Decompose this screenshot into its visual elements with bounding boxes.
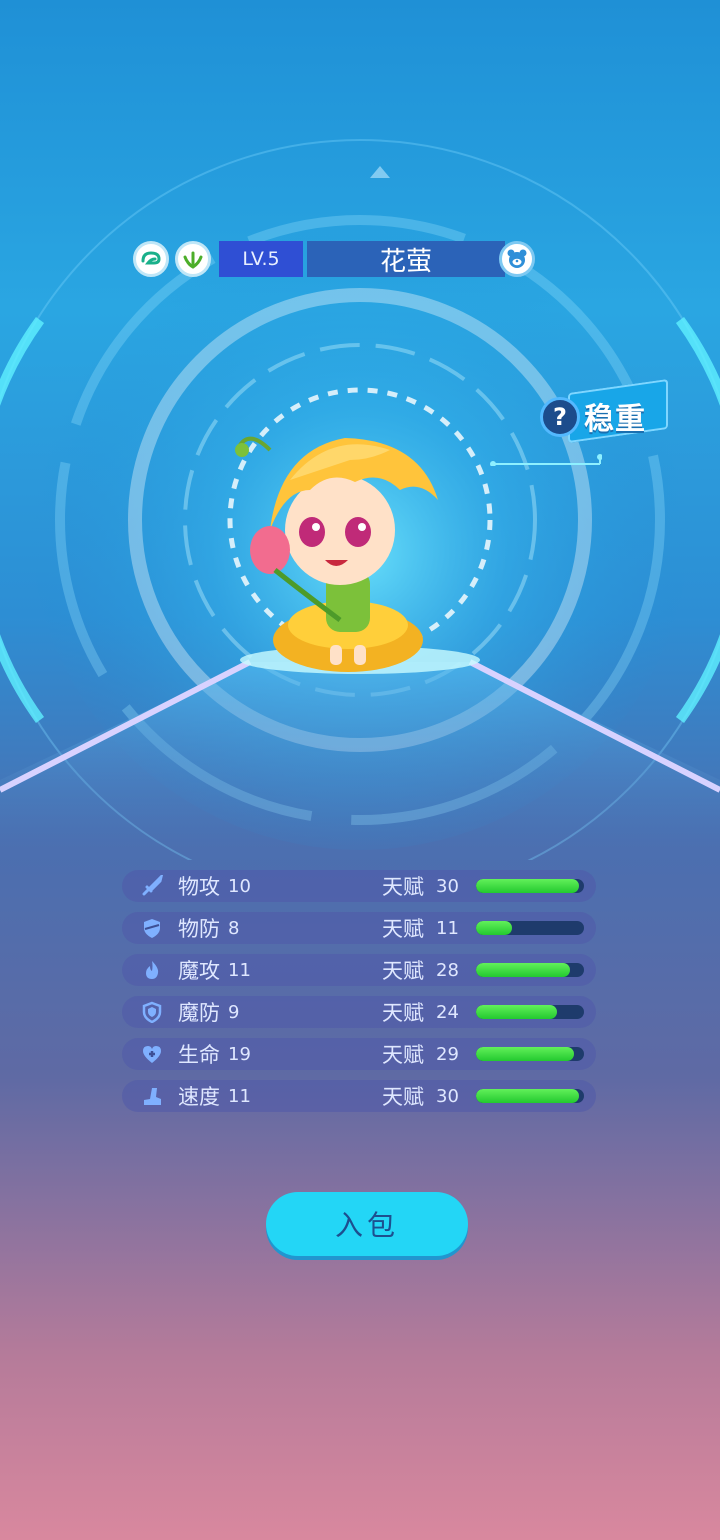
talent-value: 28 [436, 959, 459, 981]
stat-row-physical-attack: 物攻 10 天赋 30 [122, 870, 596, 902]
talent-value: 30 [436, 1085, 459, 1107]
stat-row-magic-defense: 魔防 9 天赋 24 [122, 996, 596, 1028]
talent-bar [476, 963, 584, 977]
add-to-bag-button[interactable]: 入包 [266, 1192, 468, 1256]
talent-value: 24 [436, 1001, 459, 1023]
talent-value: 30 [436, 875, 459, 897]
talent-bar [476, 1005, 584, 1019]
stat-label: 物攻 [178, 875, 220, 899]
grass-element-badge[interactable] [175, 241, 211, 277]
gender-badge[interactable] [499, 241, 535, 277]
trait-label: 稳重 [584, 402, 646, 437]
stat-value: 19 [228, 1043, 251, 1065]
talent-bar-fill [476, 879, 579, 893]
level-display: LV.5 [219, 241, 303, 277]
talent-bar-fill [476, 1005, 557, 1019]
heart-plus-icon [140, 1042, 164, 1066]
stat-value: 9 [228, 1001, 240, 1023]
talent-bar [476, 1047, 584, 1061]
stat-value: 11 [228, 1085, 251, 1107]
stats-panel: 物攻 10 天赋 30 物防 8 天赋 11 魔攻 11 天赋 28 魔防 9 … [122, 870, 596, 1122]
talent-bar-fill [476, 1047, 575, 1061]
talent-bar-fill [476, 921, 512, 935]
trait-connector-line [490, 454, 602, 466]
pet-character-illustration [235, 436, 438, 672]
shield-slash-icon [140, 916, 164, 940]
stat-value: 11 [228, 959, 251, 981]
bear-face-icon [507, 249, 527, 268]
trait-tag[interactable]: 稳重 ? [540, 378, 670, 444]
stat-row-magic-attack: 魔攻 11 天赋 28 [122, 954, 596, 986]
talent-bar-fill [476, 1089, 579, 1103]
talent-bar [476, 1089, 584, 1103]
talent-value: 29 [436, 1043, 459, 1065]
flame-icon [140, 958, 164, 982]
stat-row-physical-defense: 物防 8 天赋 11 [122, 912, 596, 944]
talent-bar-fill [476, 963, 570, 977]
talent-label: 天赋 [382, 1001, 424, 1025]
stat-row-health: 生命 19 天赋 29 [122, 1038, 596, 1070]
talent-value: 11 [436, 917, 459, 939]
stat-value: 10 [228, 875, 251, 897]
boot-icon [140, 1084, 164, 1108]
stat-row-speed: 速度 11 天赋 30 [122, 1080, 596, 1112]
talent-bar [476, 921, 584, 935]
stat-label: 魔防 [178, 1001, 220, 1025]
stat-label: 生命 [178, 1043, 220, 1067]
wind-icon [141, 251, 161, 265]
talent-label: 天赋 [382, 917, 424, 941]
stat-label: 速度 [178, 1085, 220, 1109]
talent-label: 天赋 [382, 875, 424, 899]
shield-icon [140, 1000, 164, 1024]
trait-help-icon[interactable]: ? [540, 397, 580, 437]
talent-bar [476, 879, 584, 893]
pet-header: LV.5 花萤 [133, 240, 535, 278]
pet-name: 花萤 [307, 241, 505, 277]
grass-icon [183, 251, 203, 269]
wind-element-badge[interactable] [133, 241, 169, 277]
talent-label: 天赋 [382, 1043, 424, 1067]
stat-value: 8 [228, 917, 240, 939]
talent-label: 天赋 [382, 1085, 424, 1109]
stat-label: 魔攻 [178, 959, 220, 983]
stat-label: 物防 [178, 917, 220, 941]
sword-icon [140, 874, 164, 898]
pet-obtain-screen: LV.5 花萤 稳重 ? 物攻 10 天赋 30 物防 8 天赋 11 魔攻 1… [0, 0, 720, 1540]
talent-label: 天赋 [382, 959, 424, 983]
